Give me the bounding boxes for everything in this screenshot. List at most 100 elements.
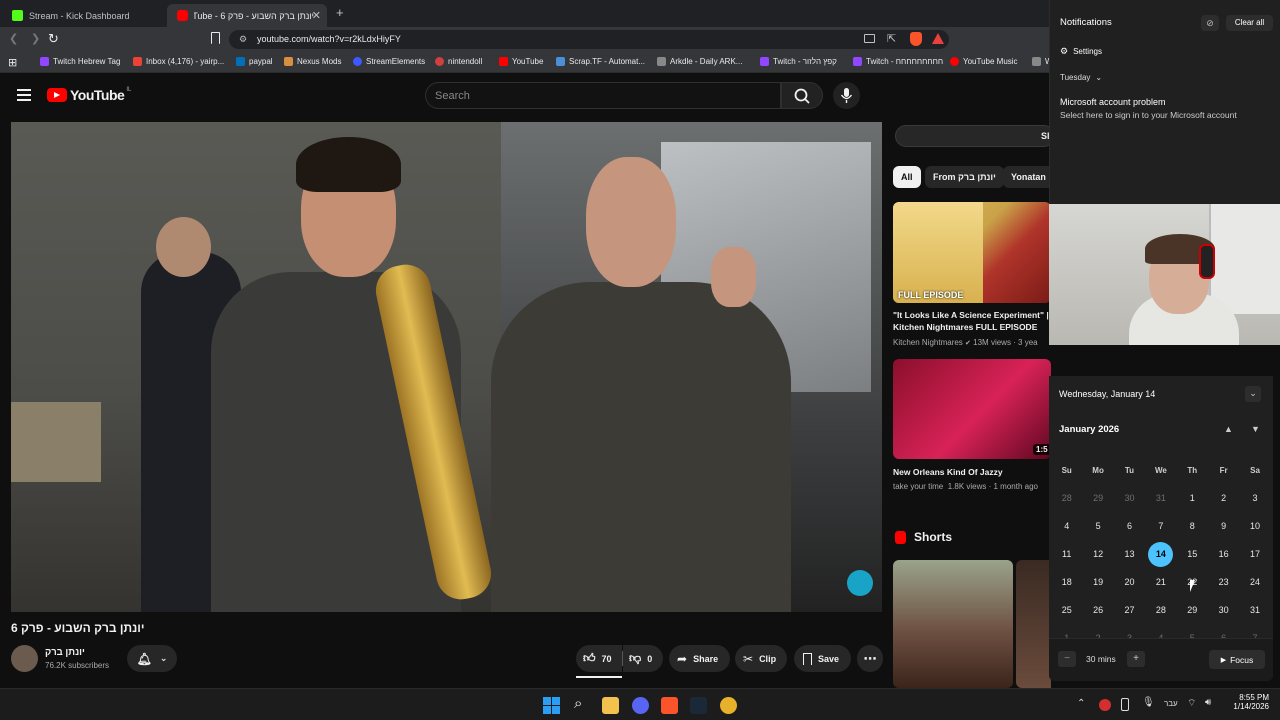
bookmark-inbox[interactable]: Inbox (4,176) - yairp... — [133, 57, 224, 66]
notification-group-header[interactable]: Tuesday ⌄ — [1060, 73, 1102, 82]
calendar-day[interactable]: 6 — [1114, 521, 1145, 531]
dislike-button[interactable]: 👎︎ 0 — [623, 645, 663, 672]
calendar-day[interactable]: 7 — [1145, 521, 1176, 531]
recommended-thumbnail-1[interactable]: FULL EPISODE — [893, 202, 1051, 303]
voice-search-button[interactable] — [833, 82, 860, 109]
site-info-icon[interactable]: ⚙ — [239, 30, 247, 49]
calendar-day[interactable]: 13 — [1114, 549, 1145, 559]
discord-icon[interactable] — [632, 697, 649, 714]
bookmark-twitch-2[interactable]: Twitch - חחחחחחחחח — [853, 57, 943, 66]
url-field[interactable]: ⚙ youtube.com/watch?v=r2kLdxHiyFY — [229, 30, 949, 49]
brave-browser-icon[interactable] — [661, 697, 678, 714]
calendar-day[interactable]: 16 — [1208, 549, 1239, 559]
calendar-day[interactable]: 5 — [1082, 521, 1113, 531]
bookmark-scrap-tf[interactable]: Scrap.TF - Automat... — [556, 57, 645, 66]
calendar-day-today[interactable]: 14 — [1145, 541, 1176, 567]
focus-increase-button[interactable]: + — [1127, 651, 1145, 667]
volume-icon[interactable]: 🔊︎ — [1205, 697, 1211, 708]
more-actions-icon[interactable]: ⋯ — [857, 645, 883, 672]
bookmark-icon[interactable] — [211, 32, 220, 44]
bookmark-arkdle[interactable]: Arkdle - Daily ARK... — [657, 57, 742, 66]
calendar-day[interactable]: 19 — [1082, 577, 1113, 587]
bookmark-streamelements[interactable]: StreamElements — [353, 57, 425, 66]
taskbar-clock[interactable]: 8:55 PM 1/14/2026 — [1227, 693, 1269, 711]
file-explorer-icon[interactable] — [602, 697, 619, 714]
calendar-day[interactable]: 24 — [1239, 577, 1270, 587]
bookmark-youtube-music[interactable]: YouTube Music — [950, 57, 1018, 66]
channel-avatar[interactable] — [11, 645, 38, 672]
bookmark-nexus-mods[interactable]: Nexus Mods — [284, 57, 341, 66]
calendar-day[interactable]: 4 — [1051, 521, 1082, 531]
calendar-day[interactable]: 1 — [1177, 493, 1208, 503]
subscribed-notifications-button[interactable]: 🔔︎ ⌄ — [127, 645, 177, 672]
calendar-day[interactable]: 30 — [1208, 605, 1239, 615]
sidebar-partial-button[interactable]: Sl — [895, 125, 1055, 147]
tray-usb-icon[interactable] — [1121, 698, 1129, 711]
do-not-disturb-icon[interactable]: ⊘ — [1201, 15, 1219, 31]
calendar-day[interactable]: 15 — [1177, 549, 1208, 559]
bookmark-youtube[interactable]: YouTube — [499, 57, 543, 66]
recommended-thumbnail-2[interactable]: 1:5 — [893, 359, 1051, 459]
chip-yonatan[interactable]: Yonatan — [1003, 166, 1054, 188]
apps-grid-icon[interactable]: ⊞ — [8, 56, 17, 69]
calendar-day[interactable]: 26 — [1082, 605, 1113, 615]
calendar-day[interactable]: 8 — [1177, 521, 1208, 531]
tray-mic-icon[interactable]: 🎙︎ — [1142, 697, 1155, 708]
calendar-day[interactable]: 31 — [1239, 605, 1270, 615]
calendar-day[interactable]: 28 — [1051, 493, 1082, 503]
input-language[interactable]: עבר — [1164, 699, 1178, 708]
calendar-day[interactable]: 31 — [1145, 493, 1176, 503]
search-button[interactable] — [781, 82, 823, 109]
reload-icon[interactable]: ↻ — [48, 31, 59, 47]
calendar-day[interactable]: 21 — [1145, 577, 1176, 587]
cast-icon[interactable] — [864, 34, 875, 43]
calendar-month-label[interactable]: January 2026 — [1059, 424, 1119, 435]
tab-youtube-video[interactable]: יונתן ברק השבוע - פרק 6 - YouTube ✕ — [167, 4, 327, 27]
brave-rewards-icon[interactable] — [932, 33, 944, 44]
bookmark-twitch-hebrew-tag[interactable]: Twitch Hebrew Tag — [40, 57, 120, 66]
calendar-day[interactable]: 9 — [1208, 521, 1239, 531]
bookmark-twitch-1[interactable]: Twitch - קפץ הלזור — [760, 57, 837, 66]
channel-watermark-icon[interactable] — [847, 570, 873, 596]
collapse-calendar-icon[interactable]: ⌄ — [1245, 386, 1261, 402]
recommended-title-2[interactable]: New Orleans Kind Of Jazzy — [893, 466, 1049, 478]
back-icon[interactable]: ❮ — [9, 32, 18, 45]
save-button[interactable]: Save — [794, 645, 851, 672]
taskbar-search-icon[interactable]: ⌕ — [574, 695, 582, 712]
calendar-day[interactable]: 29 — [1177, 605, 1208, 615]
calendar-day[interactable]: 10 — [1239, 521, 1270, 531]
menu-icon[interactable] — [17, 89, 31, 101]
calendar-day[interactable]: 30 — [1114, 493, 1145, 503]
calendar-day[interactable]: 2 — [1208, 493, 1239, 503]
tab-kick-dashboard[interactable]: Stream - Kick Dashboard — [2, 4, 167, 27]
previous-month-icon[interactable]: ▲ — [1224, 424, 1233, 434]
chip-all[interactable]: All — [893, 166, 921, 188]
calendar-day[interactable]: 20 — [1114, 577, 1145, 587]
focus-decrease-button[interactable]: − — [1058, 651, 1076, 667]
app-icon[interactable] — [720, 697, 737, 714]
tray-chevron-up-icon[interactable]: ⌃ — [1077, 698, 1085, 709]
close-tab-icon[interactable]: ✕ — [312, 9, 321, 22]
short-thumbnail-1[interactable] — [893, 560, 1013, 688]
calendar-day[interactable]: 17 — [1239, 549, 1270, 559]
search-input[interactable]: Search — [425, 82, 781, 109]
calendar-day[interactable]: 23 — [1208, 577, 1239, 587]
notification-settings-link[interactable]: ⚙ Settings — [1060, 46, 1102, 57]
calendar-day[interactable]: 25 — [1051, 605, 1082, 615]
brave-shield-icon[interactable] — [910, 32, 922, 46]
bookmark-nintendoll[interactable]: nintendoll — [435, 57, 482, 66]
steam-icon[interactable] — [690, 697, 707, 714]
video-player[interactable] — [11, 122, 882, 612]
short-thumbnail-2[interactable] — [1016, 560, 1051, 688]
youtube-logo[interactable]: YouTube IL — [47, 87, 131, 103]
share-page-icon[interactable]: ⇱ — [887, 32, 896, 45]
clip-button[interactable]: ✂ Clip — [735, 645, 787, 672]
new-tab-button[interactable]: + — [336, 5, 344, 20]
windows-start-icon[interactable] — [543, 697, 560, 714]
calendar-day[interactable]: 12 — [1082, 549, 1113, 559]
clear-all-button[interactable]: Clear all — [1226, 15, 1273, 31]
tray-app-icon[interactable] — [1099, 699, 1111, 711]
calendar-day[interactable]: 28 — [1145, 605, 1176, 615]
calendar-day[interactable]: 27 — [1114, 605, 1145, 615]
focus-start-button[interactable]: ▶ Focus — [1209, 650, 1265, 669]
